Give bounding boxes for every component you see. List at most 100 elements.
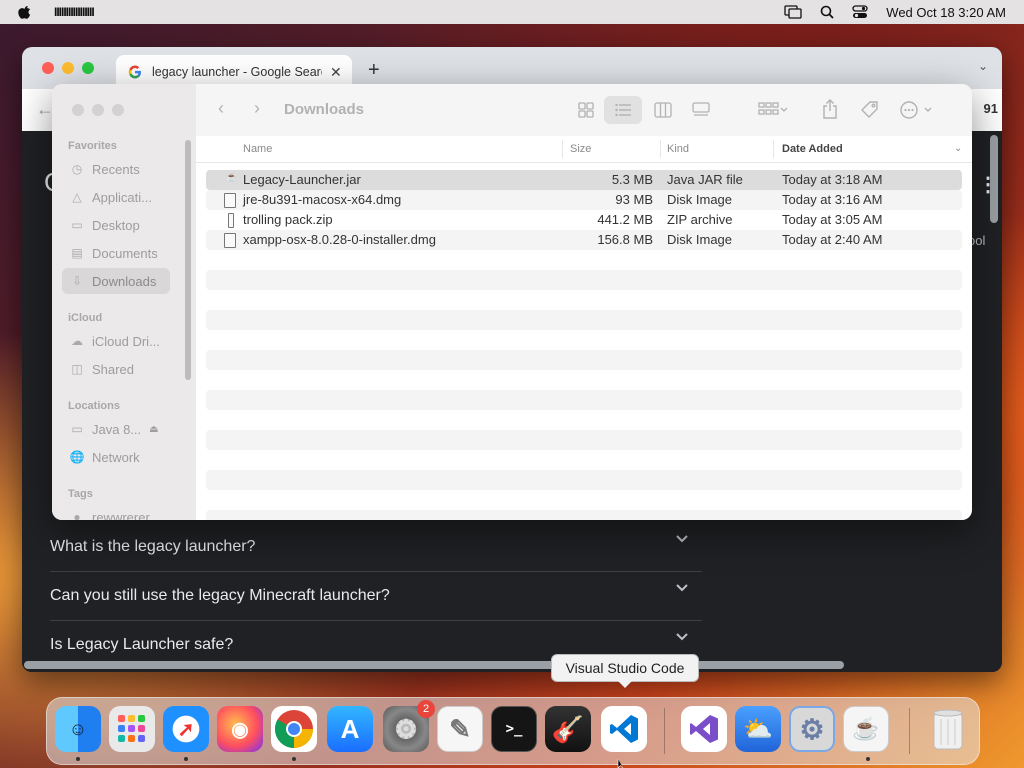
faq-item[interactable]: Can you still use the legacy Minecraft l… [50, 572, 702, 621]
chevron-down-icon[interactable] [676, 535, 688, 543]
column-name[interactable]: Name [243, 143, 272, 155]
apple-icon[interactable] [18, 5, 32, 19]
sort-chevron-icon[interactable]: ⌄ [954, 143, 962, 154]
sidebar-item-label: Recents [92, 161, 140, 177]
network-icon: 🌐 [69, 450, 85, 464]
document-icon: ▤ [71, 246, 83, 260]
finder-icon[interactable]: ☺ [55, 706, 101, 752]
finder-window: Favorites ◷ Recents △ Applicati... ▭ Des… [52, 84, 972, 520]
guitar-icon[interactable]: 🎸 [545, 706, 591, 752]
jar-file-icon: ☕ [226, 172, 238, 182]
gear-icon: ⚙ [394, 713, 418, 744]
sidebar-item-documents[interactable]: ▤ Documents [62, 240, 170, 266]
download-icon: ⇩ [71, 274, 83, 288]
clock[interactable]: Wed Oct 18 3:20 AM [886, 5, 1006, 20]
chevron-down-icon[interactable] [676, 584, 688, 592]
vscode-icon[interactable] [601, 706, 647, 752]
launchpad-icon[interactable] [109, 706, 155, 752]
close-window-button[interactable] [72, 104, 84, 116]
file-size: 156.8 MB [597, 232, 653, 247]
sidebar-item-shared[interactable]: ◫ Shared [62, 356, 170, 382]
finder-toolbar: ‹ › Downloads [196, 84, 972, 136]
running-indicator [292, 757, 296, 761]
trash-icon[interactable] [925, 706, 971, 752]
sidebar-item-label: Downloads [92, 273, 157, 289]
empty-row-stripe [206, 270, 962, 290]
sidebar-item-network[interactable]: 🌐 Network [62, 444, 170, 470]
notification-badge: 2 [417, 700, 435, 718]
sidebar-item-recents[interactable]: ◷ Recents [62, 156, 170, 182]
zoom-window-button[interactable] [82, 62, 94, 74]
screen-mirroring-icon[interactable] [784, 5, 802, 19]
settings-icon[interactable]: ⚙ [789, 706, 835, 752]
java-icon[interactable]: ☕ [843, 706, 889, 752]
chrome-icon[interactable] [271, 706, 317, 752]
minimize-window-button[interactable] [92, 104, 104, 116]
running-indicator [184, 757, 188, 761]
column-divider[interactable] [773, 140, 774, 158]
app-name[interactable]: IIIIIIIIIIIIIIIII [54, 5, 95, 19]
file-name: Legacy-Launcher.jar [243, 172, 361, 187]
textedit-icon[interactable]: ✎ [437, 706, 483, 752]
appstore-icon[interactable]: A [327, 706, 373, 752]
horizontal-scrollbar[interactable] [24, 661, 844, 669]
new-tab-button[interactable]: + [368, 59, 380, 82]
sidebar-item-desktop[interactable]: ▭ Desktop [62, 212, 170, 238]
sidebar-item-label: Java 8... [92, 421, 142, 437]
column-divider[interactable] [660, 140, 661, 158]
disk-image-icon [224, 193, 236, 208]
control-center-icon[interactable] [852, 5, 868, 19]
share-icon[interactable] [822, 99, 838, 119]
shared-folder-icon: ◫ [71, 362, 83, 376]
window-title: Downloads [284, 101, 365, 118]
tag-icon[interactable] [860, 100, 880, 120]
empty-row-stripe [206, 470, 962, 490]
group-by-icon[interactable] [758, 102, 788, 118]
faq-item[interactable]: What is the legacy launcher? [50, 523, 702, 572]
sidebar-item-java-disk[interactable]: ▭ Java 8... ⏏ [62, 416, 170, 442]
sidebar-scrollbar[interactable] [185, 140, 191, 380]
sidebar-item-label: Applicati... [92, 189, 152, 205]
column-view-icon[interactable] [654, 102, 672, 118]
chevron-down-icon[interactable] [676, 633, 688, 641]
tag-dot-icon: ● [73, 510, 81, 520]
more-actions-icon[interactable] [900, 101, 934, 119]
close-window-button[interactable] [42, 62, 54, 74]
tab-search-chevron-icon[interactable]: ⌄ [978, 59, 988, 73]
back-chevron-icon[interactable]: ‹ [218, 98, 224, 119]
sidebar-item-tag[interactable]: ● rewwrerer [62, 504, 170, 521]
empty-row-stripe [206, 350, 962, 370]
firefox-icon[interactable]: ◉ [217, 706, 263, 752]
sidebar-item-icloud-drive[interactable]: ☁ iCloud Dri... [62, 328, 170, 354]
search-icon[interactable] [820, 5, 834, 19]
terminal-icon[interactable]: >_ [491, 706, 537, 752]
file-size: 441.2 MB [597, 212, 653, 227]
zoom-window-button[interactable] [112, 104, 124, 116]
file-row[interactable]: jre-8u391-macosx-x64.dmg 93 MB Disk Imag… [206, 190, 962, 210]
forward-chevron-icon[interactable]: › [254, 98, 260, 119]
column-date-added[interactable]: Date Added [782, 143, 843, 155]
visual-studio-icon[interactable] [681, 706, 727, 752]
gallery-view-icon[interactable] [692, 102, 710, 118]
sidebar-item-applications[interactable]: △ Applicati... [62, 184, 170, 210]
column-divider[interactable] [562, 140, 563, 158]
column-kind[interactable]: Kind [667, 143, 689, 155]
trash-can-icon [933, 709, 963, 750]
safari-icon[interactable]: ➚ [163, 706, 209, 752]
column-size[interactable]: Size [570, 143, 591, 155]
system-preferences-icon[interactable]: ⚙ 2 [383, 700, 435, 752]
file-row[interactable]: xampp-osx-8.0.28-0-installer.dmg 156.8 M… [206, 230, 962, 250]
file-row[interactable]: trolling pack.zip 441.2 MB ZIP archive T… [206, 210, 962, 230]
icon-view-icon[interactable] [578, 102, 594, 118]
vertical-scrollbar[interactable] [990, 135, 998, 223]
file-size: 5.3 MB [611, 172, 653, 187]
weather-icon[interactable]: ⛅ [735, 706, 781, 752]
minimize-window-button[interactable] [62, 62, 74, 74]
file-row[interactable]: ☕ Legacy-Launcher.jar 5.3 MB Java JAR fi… [206, 170, 962, 190]
dock-separator [909, 708, 910, 754]
sidebar-item-downloads[interactable]: ⇩ Downloads [62, 268, 170, 294]
sidebar-item-label: rewwrerer [92, 509, 150, 521]
list-view-button[interactable] [604, 96, 642, 124]
close-tab-icon[interactable]: ✕ [330, 64, 342, 81]
eject-icon[interactable]: ⏏ [149, 424, 158, 435]
